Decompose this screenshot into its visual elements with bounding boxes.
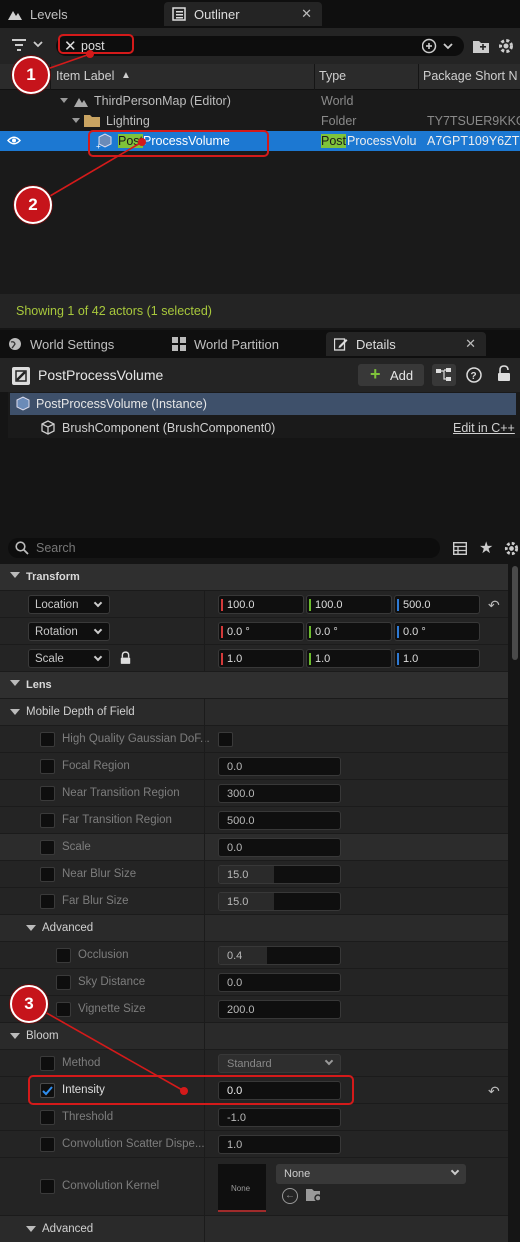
step-marker-2: 2 <box>14 186 52 224</box>
step-marker-3: 3 <box>10 985 48 1023</box>
highlight-intensity <box>28 1075 354 1105</box>
highlight-search <box>58 34 134 54</box>
step-marker-1: 1 <box>12 56 50 94</box>
annotation-lines <box>28 50 188 1095</box>
highlight-row <box>88 130 269 157</box>
